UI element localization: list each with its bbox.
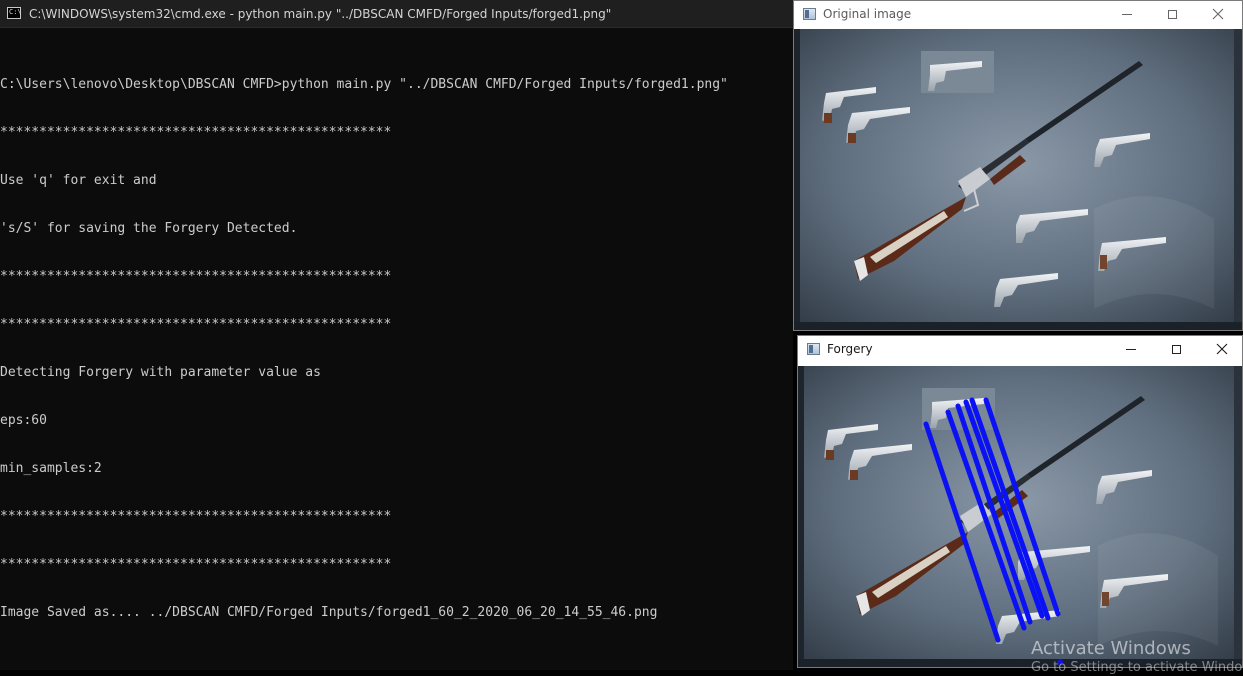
minimize-icon: [1126, 348, 1136, 350]
console-titlebar[interactable]: C:\WINDOWS\system32\cmd.exe - python mai…: [0, 0, 793, 28]
console-title: C:\WINDOWS\system32\cmd.exe - python mai…: [29, 7, 612, 21]
console-line: eps:60: [0, 413, 47, 428]
original-image-titlebar[interactable]: Original image: [794, 1, 1242, 29]
app-window-icon: [807, 343, 820, 355]
close-button[interactable]: [1199, 336, 1242, 362]
forgery-titlebar[interactable]: Forgery: [798, 336, 1242, 364]
console-line: Image Saved as.... ../DBSCAN CMFD/Forged…: [0, 605, 658, 620]
close-icon: [1212, 8, 1224, 20]
close-button[interactable]: [1195, 1, 1241, 27]
maximize-icon: [1167, 9, 1177, 19]
console-line: Use 'q' for exit and: [0, 173, 157, 188]
forgery-photo: [798, 366, 1242, 667]
minimize-button[interactable]: [1108, 336, 1154, 362]
console-line: ****************************************…: [0, 509, 392, 524]
maximize-icon: [1171, 344, 1181, 354]
forgery-image-canvas: [798, 366, 1242, 667]
app-window-icon: [803, 8, 816, 20]
minimize-button[interactable]: [1104, 1, 1150, 27]
console-line: ****************************************…: [0, 125, 392, 140]
close-icon: [1216, 343, 1228, 355]
forgery-window[interactable]: Forgery: [797, 335, 1243, 668]
console-line: Detecting Forgery with parameter value a…: [0, 365, 321, 380]
console-line: min_samples:2: [0, 461, 102, 476]
console-output[interactable]: C:\Users\lenovo\Desktop\DBSCAN CMFD>pyth…: [0, 45, 793, 653]
console-line: C:\Users\lenovo\Desktop\DBSCAN CMFD>pyth…: [0, 77, 728, 92]
original-image-window[interactable]: Original image: [793, 0, 1243, 331]
console-line: ****************************************…: [0, 269, 392, 284]
cmd-icon: [7, 7, 22, 19]
minimize-icon: [1122, 13, 1132, 15]
original-photo: [794, 29, 1242, 330]
original-image-canvas: [794, 29, 1242, 330]
forgery-title: Forgery: [827, 342, 873, 356]
original-image-title: Original image: [823, 7, 912, 21]
maximize-button[interactable]: [1153, 336, 1199, 362]
console-window[interactable]: C:\WINDOWS\system32\cmd.exe - python mai…: [0, 0, 793, 670]
console-line: ****************************************…: [0, 557, 392, 572]
maximize-button[interactable]: [1149, 1, 1195, 27]
console-line: 's/S' for saving the Forgery Detected.: [0, 221, 298, 236]
console-line: ****************************************…: [0, 317, 392, 332]
